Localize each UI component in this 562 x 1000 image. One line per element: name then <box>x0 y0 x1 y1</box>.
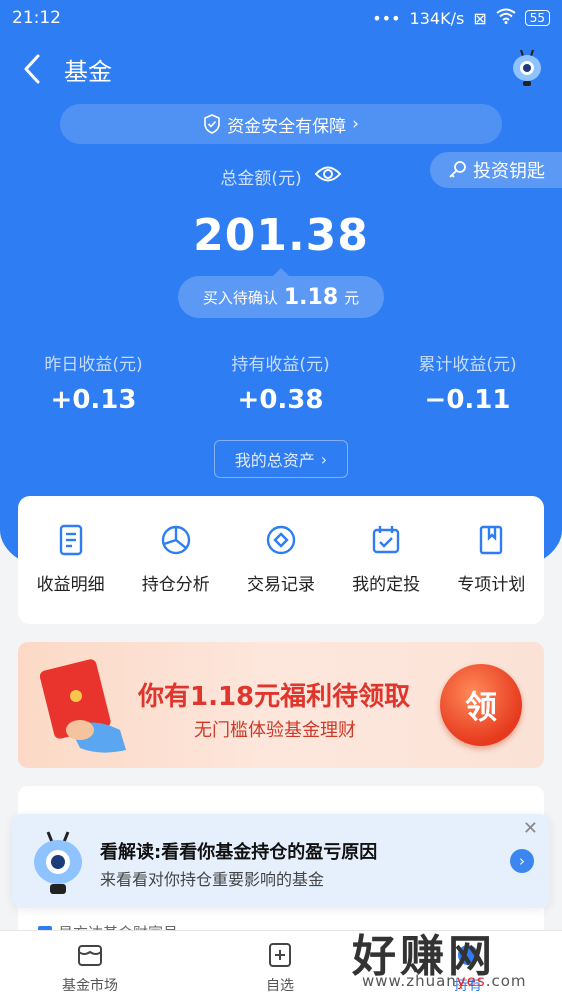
safety-label: 资金安全有保障 <box>227 116 347 137</box>
chevron-right-icon: › <box>320 449 328 469</box>
close-icon[interactable]: ✕ <box>523 818 538 839</box>
promo-title: 你有1.18元福利待领取 <box>138 682 411 712</box>
stat-value: −0.11 <box>424 385 511 415</box>
eye-icon[interactable] <box>314 164 342 189</box>
battery-icon: 55 <box>524 10 550 26</box>
site-watermark: 好赚网 www.zhuanyes.com <box>352 920 552 1000</box>
menu-label: 交易记录 <box>246 575 315 595</box>
promo-banner[interactable]: 你有1.18元福利待领取 无门槛体验基金理财 领 <box>18 642 544 768</box>
bookmark-icon <box>480 525 503 555</box>
status-time: 21:12 <box>12 8 61 28</box>
document-icon <box>59 524 82 556</box>
interpretation-popup[interactable]: 看解读:看看你基金持仓的盈亏原因 来看看对你持仓重要影响的基金 › ✕ <box>12 814 550 908</box>
menu-special-plan[interactable]: 专项计划 <box>439 522 544 624</box>
popup-subtitle: 来看看对你持仓重要影响的基金 <box>100 870 325 889</box>
watermark-url: www.zhuanyes.com <box>362 972 527 990</box>
menu-holding-analysis[interactable]: 持仓分析 <box>123 522 228 624</box>
tab-label: 自选 <box>266 978 294 994</box>
diamond-circle-icon <box>266 525 296 555</box>
back-button[interactable] <box>18 52 48 86</box>
pie-chart-icon <box>161 525 190 555</box>
menu-earnings-detail[interactable]: 收益明细 <box>18 522 123 624</box>
wifi-icon <box>496 8 516 28</box>
calendar-check-icon <box>372 526 400 554</box>
stat-cumulative: 累计收益(元) −0.11 <box>374 350 561 415</box>
assistant-robot-button[interactable] <box>510 48 544 88</box>
stat-label: 昨日收益(元) <box>44 355 143 375</box>
stat-label: 累计收益(元) <box>418 355 517 375</box>
total-amount-label: 总金额(元) <box>220 169 302 189</box>
total-assets-button[interactable]: 我的总资产 › <box>214 440 348 478</box>
menu-label: 持仓分析 <box>141 575 210 595</box>
shield-check-icon <box>204 114 220 134</box>
pending-purchase-badge[interactable]: 买入待确认 1.18 元 <box>178 268 384 318</box>
stat-label: 持有收益(元) <box>231 355 330 375</box>
tab-fund-market[interactable]: 基金市场 <box>62 941 118 995</box>
nav-bar: 基金 <box>0 44 562 94</box>
pending-unit: 元 <box>344 288 360 307</box>
page-title: 基金 <box>64 58 112 86</box>
pending-label: 买入待确认 <box>202 288 278 307</box>
chevron-left-icon <box>24 54 40 84</box>
stat-yesterday: 昨日收益(元) +0.13 <box>0 350 187 415</box>
stat-value: +0.13 <box>50 385 137 415</box>
sim-icon: ⊠ <box>473 8 487 28</box>
robot-icon <box>513 49 541 86</box>
claim-button[interactable]: 领 <box>440 664 522 746</box>
status-bar: 21:12 ••• 134K/s ⊠ 55 <box>0 0 562 36</box>
menu-label: 收益明细 <box>36 575 105 595</box>
network-speed: 134K/s <box>409 8 465 28</box>
store-icon <box>78 945 102 966</box>
tab-label: 基金市场 <box>62 978 118 994</box>
stat-value: +0.38 <box>237 385 324 415</box>
red-envelope-icon <box>40 659 126 753</box>
total-amount-value: 201.38 <box>193 210 369 261</box>
earnings-stats: 昨日收益(元) +0.13 持有收益(元) +0.38 累计收益(元) −0.1… <box>0 350 562 420</box>
robot-mascot-icon <box>34 831 82 894</box>
quick-menu: 收益明细 持仓分析 交易记录 我的定投 专项计划 <box>18 496 544 624</box>
more-dots-icon: ••• <box>372 8 401 28</box>
add-square-icon <box>269 943 291 967</box>
chevron-right-icon: › <box>352 114 359 134</box>
fund-safety-link[interactable]: 资金安全有保障 › <box>60 104 502 144</box>
popup-go-button[interactable]: › <box>510 849 534 873</box>
menu-auto-invest[interactable]: 我的定投 <box>334 522 439 624</box>
stat-holding: 持有收益(元) +0.38 <box>187 350 374 415</box>
tab-watchlist[interactable]: 自选 <box>266 941 294 995</box>
total-assets-label: 我的总资产 <box>234 451 315 470</box>
total-amount-label-row: 总金额(元) <box>0 164 562 189</box>
pending-amount: 1.18 <box>283 284 339 310</box>
menu-transactions[interactable]: 交易记录 <box>228 522 333 624</box>
menu-label: 专项计划 <box>457 575 526 595</box>
menu-label: 我的定投 <box>352 575 421 595</box>
promo-subtitle: 无门槛体验基金理财 <box>194 720 356 741</box>
popup-title: 看解读:看看你基金持仓的盈亏原因 <box>100 842 378 863</box>
